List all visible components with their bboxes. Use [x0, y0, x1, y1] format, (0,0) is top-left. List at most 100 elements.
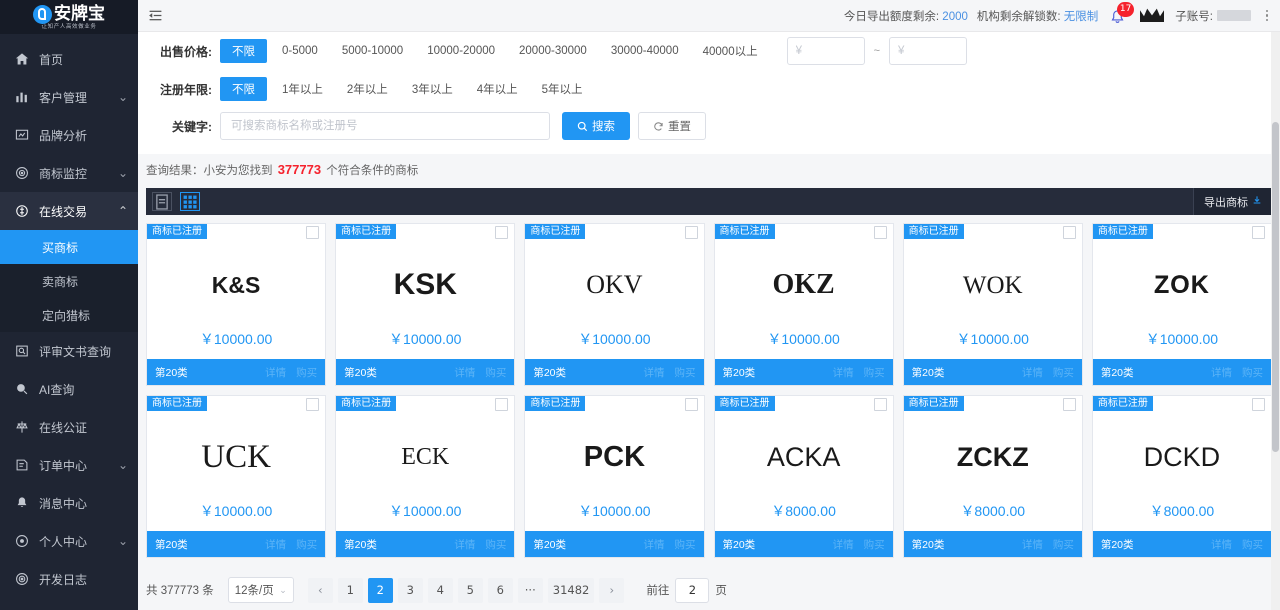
- sidebar-item-dev-log[interactable]: 开发日志: [0, 560, 138, 598]
- pagination-page-31482[interactable]: 31482: [547, 577, 595, 603]
- years-option-5[interactable]: 5年以上: [533, 77, 592, 101]
- trademark-card[interactable]: 商标已注册 PCK ￥10000.00 第20类 详情 购买: [524, 395, 705, 558]
- price-option-30000-40000[interactable]: 30000-40000: [602, 41, 688, 61]
- sidebar-item-customer-management[interactable]: 客户管理 ⌄: [0, 78, 138, 116]
- trademark-card[interactable]: 商标已注册 OKV ￥10000.00 第20类 详情 购买: [524, 223, 705, 386]
- jump-page-input[interactable]: [675, 577, 710, 603]
- sidebar-item-trademark-monitor[interactable]: 商标监控 ⌄: [0, 154, 138, 192]
- card-buy-action[interactable]: 购买: [864, 537, 885, 552]
- list-view-icon[interactable]: [152, 192, 172, 211]
- card-buy-action[interactable]: 购买: [1242, 365, 1263, 380]
- card-detail-action[interactable]: 详情: [1211, 537, 1232, 552]
- price-option-20000-30000[interactable]: 20000-30000: [510, 41, 596, 61]
- card-detail-action[interactable]: 详情: [644, 365, 665, 380]
- card-buy-action[interactable]: 购买: [485, 537, 506, 552]
- search-button[interactable]: 搜索: [562, 112, 630, 140]
- trademark-card[interactable]: 商标已注册 K&S ￥10000.00 第20类 详情 购买: [146, 223, 327, 386]
- pagination-page-6[interactable]: 6: [487, 577, 513, 603]
- card-detail-action[interactable]: 详情: [454, 537, 475, 552]
- card-buy-action[interactable]: 购买: [485, 365, 506, 380]
- export-trademark-button[interactable]: 导出商标: [1193, 188, 1272, 215]
- more-vertical-icon[interactable]: [1260, 5, 1274, 27]
- pagination-page-3[interactable]: 3: [397, 577, 423, 603]
- sidebar-item-brand-analysis[interactable]: 品牌分析: [0, 116, 138, 154]
- notification-bell-button[interactable]: 17: [1107, 1, 1135, 27]
- brand-logo[interactable]: 安牌宝 让知产人高效做业务: [0, 0, 138, 34]
- card-buy-action[interactable]: 购买: [675, 537, 696, 552]
- page-size-select[interactable]: 12条/页 ⌄: [227, 577, 294, 603]
- card-checkbox[interactable]: [873, 226, 887, 239]
- card-detail-action[interactable]: 详情: [265, 537, 286, 552]
- search-input[interactable]: [220, 112, 550, 140]
- pagination-page-4[interactable]: 4: [427, 577, 453, 603]
- card-checkbox[interactable]: [306, 226, 320, 239]
- sidebar-item-ai-search[interactable]: AI查询: [0, 370, 138, 408]
- trademark-card[interactable]: 商标已注册 UCK ￥10000.00 第20类 详情 购买: [146, 395, 327, 558]
- card-buy-action[interactable]: 购买: [1242, 537, 1263, 552]
- card-buy-action[interactable]: 购买: [1053, 537, 1074, 552]
- card-checkbox[interactable]: [684, 398, 698, 411]
- sidebar-item-order-center[interactable]: 订单中心 ⌄: [0, 446, 138, 484]
- card-buy-action[interactable]: 购买: [296, 365, 317, 380]
- sidebar-item-home[interactable]: 首页: [0, 40, 138, 78]
- sidebar-item-personal-center[interactable]: 个人中心 ⌄: [0, 522, 138, 560]
- card-checkbox[interactable]: [873, 398, 887, 411]
- card-buy-action[interactable]: 购买: [675, 365, 696, 380]
- trademark-card[interactable]: 商标已注册 DCKD ￥8000.00 第20类 详情 购买: [1091, 395, 1272, 558]
- card-checkbox[interactable]: [495, 226, 509, 239]
- card-checkbox[interactable]: [1062, 398, 1076, 411]
- card-detail-action[interactable]: 详情: [1022, 537, 1043, 552]
- price-option-unlimited[interactable]: 不限: [220, 39, 267, 63]
- sidebar-subitem-sell-trademark[interactable]: 卖商标: [0, 264, 138, 298]
- sidebar-item-message-center[interactable]: 消息中心: [0, 484, 138, 522]
- pagination-ellipsis[interactable]: ···: [517, 577, 543, 603]
- sidebar-item-review-document-search[interactable]: 评审文书查询: [0, 332, 138, 370]
- card-detail-action[interactable]: 详情: [1211, 365, 1232, 380]
- page-scrollbar-track[interactable]: [1271, 32, 1280, 610]
- trademark-card[interactable]: 商标已注册 ZOK ￥10000.00 第20类 详情 购买: [1091, 223, 1272, 386]
- card-checkbox[interactable]: [1252, 226, 1265, 239]
- sidebar-item-online-trade[interactable]: 在线交易 ⌃: [0, 192, 138, 230]
- subaccount-display[interactable]: 子账号:: [1175, 8, 1251, 24]
- card-buy-action[interactable]: 购买: [296, 537, 317, 552]
- trademark-card[interactable]: 商标已注册 WOK ￥10000.00 第20类 详情 购买: [902, 223, 1083, 386]
- card-detail-action[interactable]: 详情: [1022, 365, 1043, 380]
- price-option-40000-plus[interactable]: 40000以上: [694, 39, 767, 63]
- price-min-input[interactable]: [786, 37, 865, 65]
- pagination-page-1[interactable]: 1: [337, 577, 363, 603]
- card-checkbox[interactable]: [684, 226, 698, 239]
- card-detail-action[interactable]: 详情: [833, 537, 854, 552]
- years-option-3[interactable]: 3年以上: [403, 77, 462, 101]
- price-max-input[interactable]: [889, 37, 968, 65]
- trademark-card[interactable]: 商标已注册 ACKA ￥8000.00 第20类 详情 购买: [713, 395, 894, 558]
- years-option-1[interactable]: 1年以上: [273, 77, 332, 101]
- card-checkbox[interactable]: [1252, 398, 1265, 411]
- sidebar-subitem-buy-trademark[interactable]: 买商标: [0, 230, 138, 264]
- trademark-card[interactable]: 商标已注册 ECK ￥10000.00 第20类 详情 购买: [335, 395, 516, 558]
- pagination-prev-button[interactable]: ‹: [307, 577, 333, 603]
- card-checkbox[interactable]: [495, 398, 509, 411]
- pagination-next-button[interactable]: ›: [599, 577, 625, 603]
- crown-icon[interactable]: [1138, 5, 1166, 27]
- page-scrollbar-thumb[interactable]: [1272, 122, 1279, 452]
- price-option-5000-10000[interactable]: 5000-10000: [333, 41, 412, 61]
- years-option-4[interactable]: 4年以上: [468, 77, 527, 101]
- card-buy-action[interactable]: 购买: [1053, 365, 1074, 380]
- sidebar-item-online-notarization[interactable]: 在线公证: [0, 408, 138, 446]
- years-option-2[interactable]: 2年以上: [338, 77, 397, 101]
- menu-fold-icon[interactable]: [138, 0, 172, 32]
- pagination-page-5[interactable]: 5: [457, 577, 483, 603]
- grid-view-icon[interactable]: [180, 192, 200, 211]
- card-detail-action[interactable]: 详情: [644, 537, 665, 552]
- years-option-unlimited[interactable]: 不限: [220, 77, 267, 101]
- sidebar-subitem-targeted-hunt[interactable]: 定向猎标: [0, 298, 138, 332]
- trademark-card[interactable]: 商标已注册 KSK ￥10000.00 第20类 详情 购买: [335, 223, 516, 386]
- card-detail-action[interactable]: 详情: [265, 365, 286, 380]
- card-checkbox[interactable]: [306, 398, 320, 411]
- card-detail-action[interactable]: 详情: [833, 365, 854, 380]
- reset-button[interactable]: 重置: [638, 112, 706, 140]
- card-buy-action[interactable]: 购买: [864, 365, 885, 380]
- price-option-10000-20000[interactable]: 10000-20000: [418, 41, 504, 61]
- card-checkbox[interactable]: [1062, 226, 1076, 239]
- pagination-page-2[interactable]: 2: [367, 577, 393, 603]
